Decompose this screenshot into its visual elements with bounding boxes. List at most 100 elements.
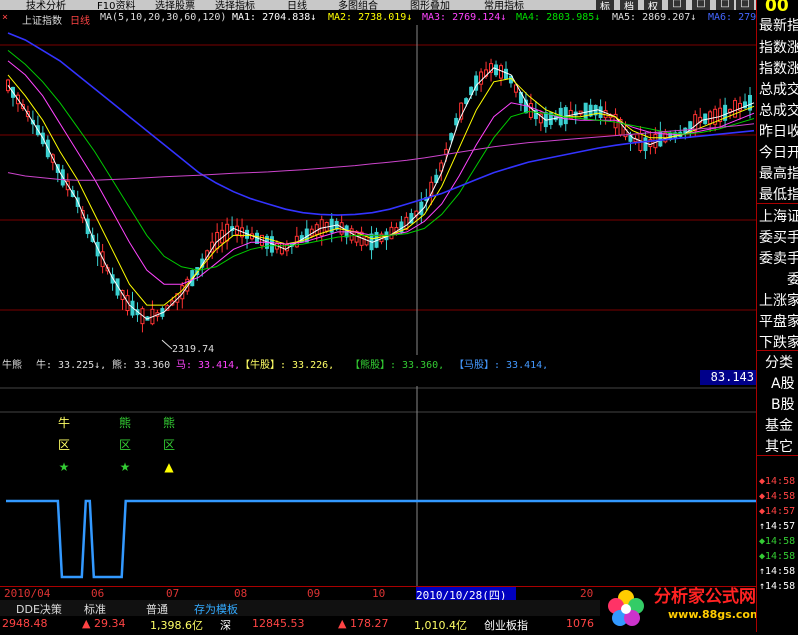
candle-body [499,65,504,79]
ma1-value: MA1: 2704.838↓ [232,12,317,23]
candle-body [389,226,394,240]
indicator-chart[interactable] [0,386,756,586]
ma5-line [7,32,755,216]
panel-order: 委 [787,269,798,289]
candlestick-chart[interactable] [0,25,756,355]
ma6-line [7,123,755,181]
right-info-panel: 00 最新指 指数涨 指数涨 总成交 总成交 昨日收 今日开 最高指 最低指 上… [756,0,798,632]
flower-logo-icon [608,590,644,626]
zone-2-star-icon: ★ [119,460,131,474]
candle-body [693,114,698,132]
indicator-title-row: 牛熊 牛: 33.225↓, 熊: 33.360 马: 33.414, 【牛股】… [0,355,756,369]
tick-time: ◆14:57 [759,506,796,517]
panel-falling-count: 下跌家 [759,335,798,351]
menu-item-daily[interactable]: 日线 [287,0,307,10]
candle-body [494,64,499,76]
sh-change: ▲ 29.34 [82,617,126,630]
toolbar-button-6[interactable]: □ [716,0,734,10]
gem-label[interactable]: 创业板指 [484,617,528,632]
menu-item-tech-analysis[interactable]: 技术分析 [26,0,66,10]
candle-body [454,117,459,126]
toolbar-button-3[interactable]: 权 [644,0,662,10]
candle-body [449,133,454,141]
toolbar-button-5[interactable]: □ [692,0,710,10]
panel-latest-index: 最新指 [759,18,798,34]
menu-item-overlay[interactable]: 图形叠加 [410,0,450,10]
ma-params: MA(5,10,20,30,60,120) [100,12,227,23]
menu-item-common-indicator[interactable]: 常用指标 [484,0,524,10]
menu-item-select-stock[interactable]: 选择股票 [155,0,195,10]
panel-index-change: 指数涨 [759,40,798,56]
zone-marker-1: 牛 区 ★ [58,412,70,478]
ma6-value: MA6: 2790 [708,12,756,23]
tick-time: ↑14:58 [759,581,796,592]
menu-item-multi-chart[interactable]: 多图组合 [338,0,378,10]
menu-item-select-indicator[interactable]: 选择指标 [215,0,255,10]
low-pointer [161,339,173,350]
zone-3-top: 熊 [163,416,176,430]
sh-index: 2948.48 [2,617,48,630]
panel-a-share[interactable]: A股 [771,373,795,393]
zone-3-triangle-icon: ▲ [164,460,174,474]
tick-time: ◆14:58 [759,491,796,502]
date-tick: 06 [91,587,105,600]
panel-rising-count: 上涨家 [759,293,798,309]
logo-title: 分析家公式网 [654,587,756,607]
panel-index-pct: 指数涨 [759,61,798,77]
sz-index: 12845.53 [252,617,305,630]
candle-body [643,137,648,152]
candle-body [703,113,708,125]
panel-sh-exchange: 上海证 [759,209,798,225]
tab-dde[interactable]: DDE决策 [16,601,62,616]
indicator-name: 牛熊 [2,360,22,369]
tab-normal[interactable]: 普通 [146,601,168,616]
panel-low: 最低指 [759,187,798,203]
bear-stock-value: 【熊股】: 33.360, [350,360,445,369]
panel-category: 分类 [765,355,793,371]
toolbar-button-1[interactable]: 标 [596,0,614,10]
candle-body [503,68,508,79]
close-icon[interactable]: × [2,12,8,23]
toolbar-button-7[interactable]: □ [736,0,754,10]
panel-total-volume: 总成交 [759,82,798,98]
candle-body [444,148,449,155]
panel-high: 最高指 [759,166,798,182]
zone-3-bottom: 区 [163,438,176,452]
horse-stock-value: 【马股】: 33.414, [454,360,549,369]
panel-today-open: 今日开 [759,145,798,161]
ma4-value: MA4: 2803.985↓ [516,12,601,23]
tick-time: ◆14:58 [759,476,796,487]
toolbar-button-4[interactable]: □ [668,0,686,10]
period-label[interactable]: 日线 [70,12,90,25]
date-tick: 08 [234,587,248,600]
date-tick: 09 [307,587,321,600]
tab-save-template[interactable]: 存为模板 [194,601,238,616]
tick-time: ◆14:58 [759,536,796,547]
panel-ask-volume: 委卖手 [759,251,798,267]
panel-other[interactable]: 其它 [765,436,793,456]
cursor-date: 2010/10/28(四) [416,587,516,601]
candle-body [528,103,533,118]
menu-item-f10[interactable]: F10资料 [97,0,135,10]
zone-1-bottom: 区 [58,438,71,452]
low-price-label: 2319.74 [172,344,215,355]
ma5-value: MA5: 2869.207↓ [612,12,697,23]
tab-standard[interactable]: 标准 [84,601,106,616]
candle-body [419,201,424,215]
panel-b-share[interactable]: B股 [771,394,795,414]
date-tick: 10 [372,587,386,600]
sz-change: ▲ 178.27 [338,617,389,630]
sz-label[interactable]: 深 [220,617,231,632]
panel-fund[interactable]: 基金 [765,415,793,435]
ma1-line [7,67,755,320]
date-tick: 20 [580,587,594,600]
ma-title-row: × 上证指数 日线 MA(5,10,20,30,60,120) MA1: 270… [0,11,756,25]
horse-value: 马: 33.414, [176,360,241,369]
toolbar-button-2[interactable]: 档 [620,0,638,10]
panel-prev-close: 昨日收 [759,124,798,140]
bottom-tabs: DDE决策 标准 普通 存为模板 [0,600,600,616]
panel-bid-volume: 委买手 [759,230,798,246]
candle-body [658,131,663,147]
zone-1-star-icon: ★ [58,460,70,474]
date-tick: 2010/04 [4,587,51,600]
